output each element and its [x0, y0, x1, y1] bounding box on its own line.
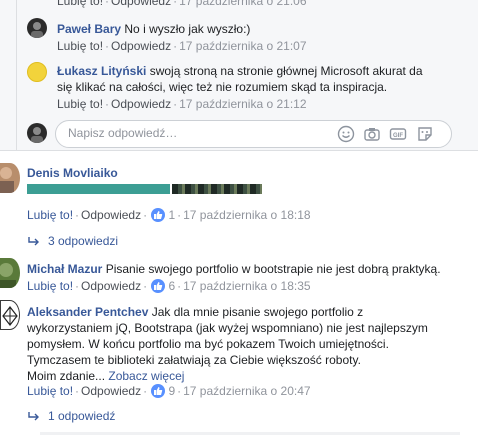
attachment-image-dark	[172, 184, 262, 194]
comment-text-line2: wykorzystaniem jQ, Bootstrapa (jak wyżej…	[27, 321, 428, 335]
reply-arrow-icon	[28, 237, 39, 246]
comment-text-line1: swoją stroną na stronie głównej Microsof…	[149, 64, 423, 78]
timestamp[interactable]: 17 października o 20:47	[183, 384, 310, 398]
timestamp[interactable]: 17 października o 21:07	[179, 39, 306, 53]
avatar[interactable]	[27, 18, 47, 38]
avatar[interactable]	[0, 300, 20, 330]
timestamp[interactable]: 17 października o 21:12	[179, 97, 306, 111]
comment-author[interactable]: Aleksander Pentchev	[27, 305, 148, 319]
camera-icon[interactable]	[363, 125, 381, 143]
comment-text: Pisanie swojego portfolio w bootstrapie …	[105, 262, 441, 276]
comment-body: Michał Mazur Pisanie swojego portfolio w…	[27, 262, 441, 276]
reply-link[interactable]: Odpowiedz	[81, 279, 141, 293]
reply-link[interactable]: Odpowiedz	[111, 97, 171, 111]
comment-text: No i wyszło jak wyszło:)	[124, 22, 251, 36]
current-user-avatar	[27, 123, 47, 143]
comment-body: Aleksander Pentchev Jak dla mnie pisanie…	[27, 304, 428, 384]
avatar[interactable]	[0, 258, 20, 288]
comment-author[interactable]: Paweł Bary	[57, 22, 121, 36]
comment-attachment[interactable]	[27, 184, 262, 194]
reply-link[interactable]: Odpowiedz	[111, 39, 171, 53]
like-count[interactable]: 6	[168, 279, 175, 293]
reply-arrow-icon	[28, 412, 39, 421]
comment-author[interactable]: Denis Movliaiko	[27, 166, 118, 180]
avatar[interactable]	[0, 163, 20, 193]
reply-input-placeholder[interactable]: Napisz odpowiedź…	[68, 126, 177, 140]
comment-text-line5: Moim zdanie...	[27, 369, 106, 383]
like-count[interactable]: 1	[168, 208, 175, 222]
comment-actions: Lubię to! · Odpowiedz · 17 października o 21…	[57, 39, 307, 53]
like-link[interactable]: Lubię to!	[57, 39, 103, 53]
gif-icon[interactable]: GIF	[389, 125, 407, 143]
comment-text-line2: się klikać na całości, więc też nie rozu…	[57, 80, 388, 94]
comment-actions: Lubię to! · Odpowiedz · 6 · 17 października o…	[27, 279, 311, 293]
like-link[interactable]: Lubię to!	[57, 97, 103, 111]
view-replies-link[interactable]: 3 odpowiedzi	[28, 234, 118, 248]
view-replies-link[interactable]: 1 odpowiedź	[28, 409, 115, 423]
top-comment-actions: Lubię to! · Odpowiedz · 17 października o 21…	[57, 0, 307, 8]
like-link[interactable]: Lubię to!	[57, 0, 103, 8]
avatar[interactable]	[27, 62, 47, 82]
reply-link[interactable]: Odpowiedz	[111, 0, 171, 8]
reply-link[interactable]: Odpowiedz	[81, 208, 141, 222]
comment-actions: Lubię to! · Odpowiedz · 17 października o 21…	[57, 97, 307, 111]
like-count-badge[interactable]	[151, 384, 166, 398]
reply-composer[interactable]: Napisz odpowiedź… GIF	[55, 120, 452, 148]
like-link[interactable]: Lubię to!	[27, 384, 73, 398]
divider	[0, 150, 478, 151]
attachment-image-teal	[27, 184, 170, 194]
timestamp[interactable]: 17 października o 18:18	[183, 208, 310, 222]
comment-body: Łukasz Lityński swoją stroną na stronie …	[57, 63, 423, 95]
comment-author[interactable]: Łukasz Lityński	[57, 64, 146, 78]
timestamp[interactable]: 17 października o 18:35	[183, 279, 310, 293]
like-link[interactable]: Lubię to!	[27, 279, 73, 293]
comment-body: Paweł Bary No i wyszło jak wyszło:)	[57, 22, 250, 36]
thumbs-up-icon	[154, 211, 163, 219]
comment-text-line1: Jak dla mnie pisanie swojego portfolio z	[151, 305, 364, 319]
reply-link[interactable]: Odpowiedz	[81, 384, 141, 398]
comment-actions: Lubię to! · Odpowiedz · 9 · 17 października o…	[27, 384, 311, 398]
thumbs-up-icon	[154, 282, 163, 290]
see-more-link[interactable]: Zobacz więcej	[108, 369, 184, 383]
comment-text-line3: pomysłem. W końcu portfolio ma być pokaz…	[27, 337, 389, 351]
comment-text-line4: Tymczasem te biblioteki załatwiają za Ci…	[27, 353, 361, 367]
like-count-badge[interactable]	[151, 208, 166, 222]
like-count-badge[interactable]	[151, 279, 166, 293]
timestamp[interactable]: 17 października o 21:06	[179, 0, 306, 8]
emoji-icon[interactable]	[337, 125, 355, 143]
thumbs-up-icon	[154, 387, 163, 395]
comment-author[interactable]: Michał Mazur	[27, 262, 102, 276]
like-link[interactable]: Lubię to!	[27, 208, 73, 222]
gif-label: GIF	[393, 133, 403, 139]
sticker-icon[interactable]	[416, 125, 434, 143]
like-count[interactable]: 9	[168, 384, 175, 398]
thread-line	[16, 0, 17, 150]
comment-actions: Lubię to! · Odpowiedz · 1 · 17 października o…	[27, 208, 311, 222]
